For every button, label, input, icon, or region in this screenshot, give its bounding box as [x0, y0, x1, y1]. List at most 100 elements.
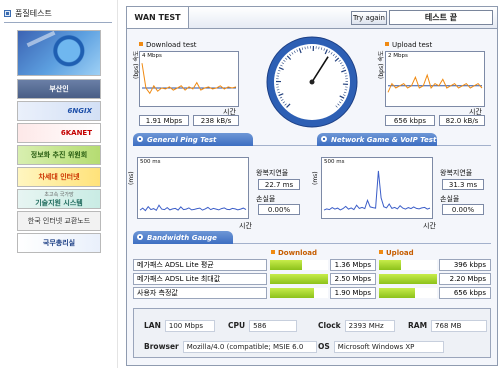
tab-general-ping-label: General Ping Test [147, 135, 217, 144]
upload-graph: 2 Mbps [385, 51, 485, 107]
bandwidth-row-name: 메가패스 ADSL Lite 평균 [133, 259, 267, 271]
banner-info-committee[interactable]: 정보화 추진 위원회 [17, 145, 101, 165]
cpu-key: CPU [228, 321, 246, 330]
cpu-value: 586 [249, 319, 298, 332]
dial-hub [309, 79, 315, 85]
game-rtt-value: 31.3 ms [442, 179, 484, 190]
banner-info-label: 정보화 추진 위원회 [30, 151, 88, 159]
game-rtt-label: 왕복지연율 [440, 169, 473, 177]
os-info: OS Microsoft Windows XP [318, 340, 444, 353]
bandwidth-upload-text: Upload [386, 249, 414, 257]
banner-6ngix[interactable]: 6NGIX [17, 101, 101, 121]
upload-value: 2.20 Mbps [439, 273, 491, 285]
globe-image [26, 31, 56, 48]
download-bar [270, 260, 302, 270]
ping-xaxis-label: 시간 [239, 222, 252, 230]
lan-value: 100 Mbps [164, 319, 215, 332]
globe-banner[interactable] [17, 30, 101, 76]
sidebar-heading-label: 품질테스트 [15, 8, 52, 18]
bandwidth-upload-label: Upload [379, 249, 414, 257]
upload-yaxis-label: (bps) 속도 [378, 50, 385, 79]
tab-general-ping[interactable]: General Ping Test [133, 133, 253, 146]
banner-next-label: 차세대 인터넷 [38, 173, 80, 181]
download-test-label: Download test [139, 41, 196, 49]
download-bar [270, 274, 328, 284]
upload-bar-track [379, 288, 437, 298]
ping-yaxis-label: (ms) [128, 171, 135, 185]
browser-key: Browser [144, 342, 179, 351]
sidebar-heading: 품질테스트 [4, 6, 52, 20]
clock-info: Clock 2393 MHz [318, 319, 395, 332]
series-line [141, 63, 237, 95]
download-bar-track [270, 274, 328, 284]
download-graph: 4 Mbps [139, 51, 239, 107]
banner-busan[interactable]: 부산인 [17, 79, 101, 99]
upload-kbs: 82.0 kB/s [439, 115, 485, 126]
wan-test-page: 품질테스트 부산인 6NGIX 6KANET 정보화 추진 위원회 차세대 인터… [0, 0, 500, 368]
clock-key: Clock [318, 321, 341, 330]
download-value: 1.90 Mbps [330, 287, 376, 299]
ping-graph: 500 ms [137, 157, 249, 219]
game-yaxis-label: (ms) [312, 171, 319, 185]
upload-test-label: Upload test [385, 41, 432, 49]
download-kbs: 238 kB/s [193, 115, 239, 126]
speed-dial [266, 36, 358, 128]
banner-busan-label: 부산인 [49, 85, 69, 93]
download-chart [141, 63, 237, 95]
upload-bar-track [379, 260, 437, 270]
ping-chart [139, 204, 247, 212]
ping-rtt-value: 22.7 ms [258, 179, 300, 190]
tab-bandwidth-label: Bandwidth Gauge [147, 233, 217, 242]
ping-loss-value: 0.00% [258, 204, 300, 215]
wan-test-panel: WAN TEST Try again 테스트 끝 Download test (… [126, 6, 498, 366]
tab-bandwidth-gauge[interactable]: Bandwidth Gauge [133, 231, 233, 244]
banner-pm-label: 국무총리실 [42, 239, 76, 247]
banner-kix-label: 한국 인터넷 교환노드 [27, 217, 91, 225]
tab-game-voip-label: Network Game & VoIP Test [331, 135, 437, 144]
game-xaxis-label: 시간 [423, 222, 436, 230]
download-test-text: Download test [146, 41, 197, 49]
download-value: 2.50 Mbps [330, 273, 376, 285]
download-bar [270, 288, 315, 298]
series-line [139, 204, 247, 212]
banner-next-internet[interactable]: 차세대 인터넷 [17, 167, 101, 187]
banner-6ngix-label: 6NGIX [67, 107, 92, 115]
ram-info: RAM 768 MB [408, 319, 488, 332]
bandwidth-row: 메가패스 ADSL Lite 평균 1.36 Mbps 396 kbps [133, 259, 491, 271]
ping-rtt-label: 왕복지연율 [256, 169, 289, 177]
download-value: 1.36 Mbps [330, 259, 376, 271]
upload-value: 656 kbps [439, 287, 491, 299]
bandwidth-row: 메가패스 ADSL Lite 최대값 2.50 Mbps 2.20 Mbps [133, 273, 491, 285]
ram-key: RAM [408, 321, 428, 330]
bandwidth-row-name: 메가패스 ADSL Lite 최대값 [133, 273, 267, 285]
game-graph: 500 ms [321, 157, 433, 219]
banner-pm-office[interactable]: 국무총리실 [17, 233, 101, 253]
system-info: LAN 100 Mbps CPU 586 Clock 2393 MHz RAM … [133, 308, 491, 358]
banner-6kanet[interactable]: 6KANET [17, 123, 101, 143]
download-bar-track [270, 260, 328, 270]
game-loss-label: 손실율 [440, 195, 460, 203]
download-bps: 1.91 Mbps [139, 115, 189, 126]
cpu-info: CPU 586 [228, 319, 298, 332]
game-chart [323, 170, 431, 211]
banner-6kanet-label: 6KANET [60, 129, 92, 137]
banner-kix[interactable]: 한국 인터넷 교환노드 [17, 211, 101, 231]
series-line [323, 170, 431, 211]
upload-bar [379, 274, 437, 284]
lan-key: LAN [144, 321, 161, 330]
upload-bar [379, 288, 415, 298]
bandwidth-row: 사용자 측정값 1.90 Mbps 656 kbps [133, 287, 491, 299]
bandwidth-download-text: Download [278, 249, 318, 257]
tab-game-voip[interactable]: Network Game & VoIP Test [317, 133, 437, 146]
banner-kisti[interactable]: 초고속 국가망 기술지원 시스템 [17, 189, 101, 209]
tab-wan-test[interactable]: WAN TEST [127, 7, 189, 28]
bandwidth-download-label: Download [271, 249, 317, 257]
bandwidth-row-name: 사용자 측정값 [133, 287, 267, 299]
bullet-icon [4, 9, 11, 17]
download-bar-track [270, 288, 328, 298]
try-again-button[interactable]: Try again [351, 11, 387, 25]
toolbar: WAN TEST Try again 테스트 끝 [127, 7, 497, 29]
lan-info: LAN 100 Mbps [144, 319, 215, 332]
os-value: Microsoft Windows XP [333, 340, 444, 353]
upload-bar-track [379, 274, 437, 284]
